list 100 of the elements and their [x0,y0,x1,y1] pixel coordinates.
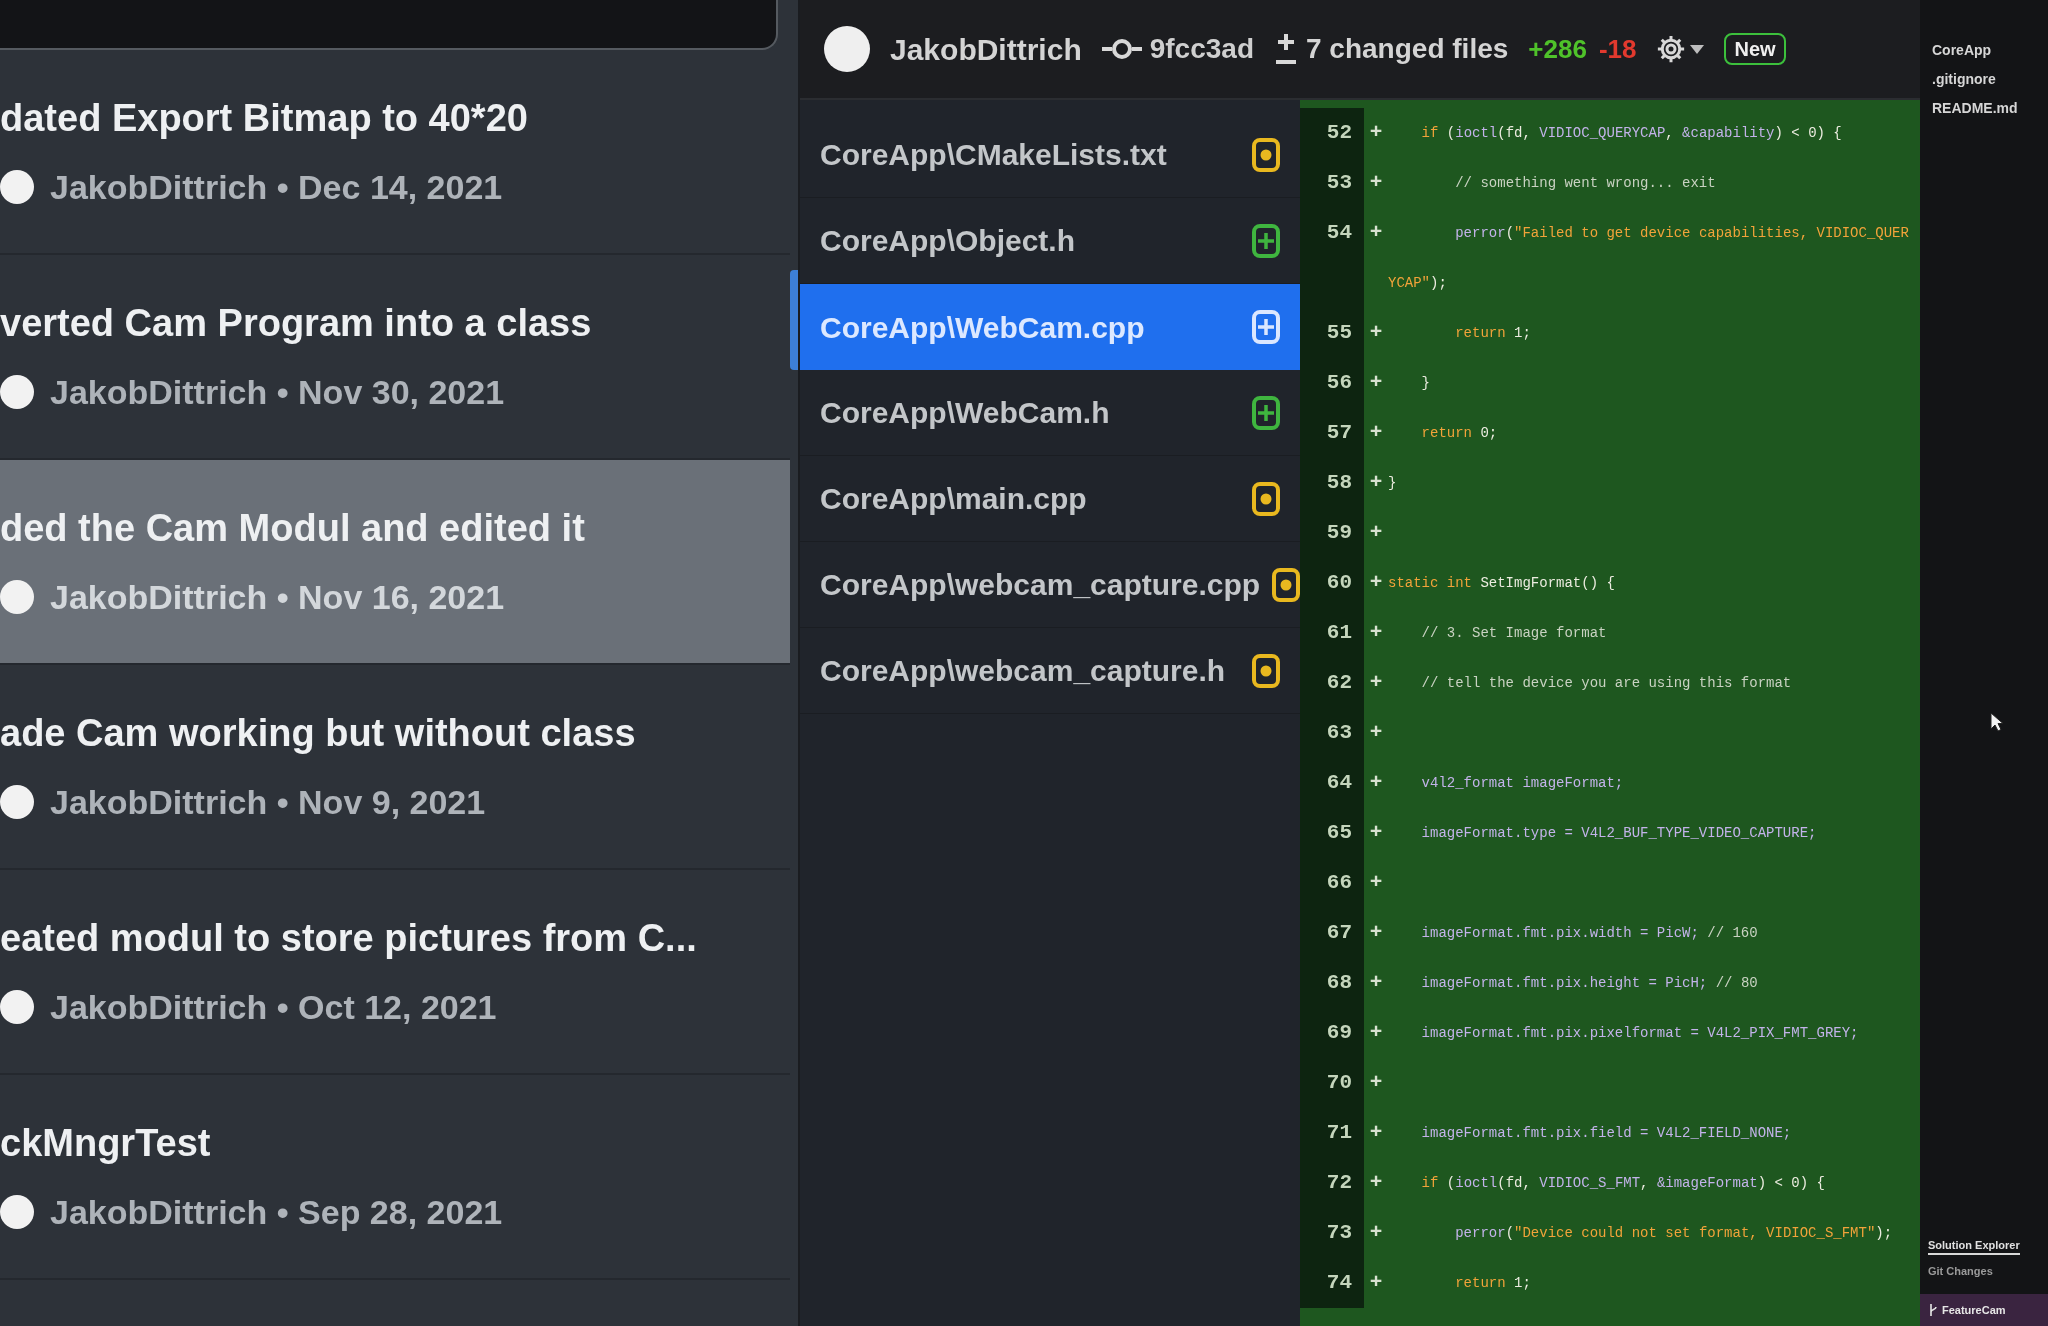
line-number: 67 [1300,908,1364,958]
diff-marker: + [1368,920,1384,946]
diff-marker: + [1368,1070,1384,1096]
avatar-icon [0,170,34,205]
line-number: 62 [1300,658,1364,708]
diff-marker: + [1368,470,1384,496]
additions-count: +286 [1528,32,1587,66]
commit-title: verted Cam Program into a class [0,300,592,346]
panel-tab[interactable]: Solution Explorer [1928,1236,2020,1255]
diff-marker: + [1368,170,1384,196]
diff-marker: + [1368,220,1384,246]
diff-marker: + [1368,320,1384,346]
avatar-icon [824,26,870,72]
tree-item[interactable]: README.md [1932,98,2048,119]
line-number: 64 [1300,758,1364,808]
avatar-icon [0,990,34,1025]
code-line: // 3. Set Image format [1420,624,1608,643]
author-name: JakobDittrich [890,31,1082,68]
diff-marker: + [1368,720,1384,746]
commit-meta: JakobDittrich • Nov 16, 2021 [50,577,505,618]
code-line: return 0; [1420,424,1499,443]
panel-tab[interactable]: Git Changes [1928,1263,1993,1282]
code-line: imageFormat.fmt.pix.width = PicW; // 160 [1420,924,1759,943]
line-number: 68 [1300,958,1364,1008]
avatar-icon [0,1195,34,1230]
commit-row[interactable]: dated Export Bitmap to 40*20 JakobDittrich • Dec 14, 2021 [0,50,790,255]
commit-row[interactable]: ded the Cam Modul and edited it JakobDittrich • Nov 16, 2021 [0,460,790,665]
branch-name[interactable]: FeatureCam [1942,1301,2006,1318]
file-row[interactable]: CoreApp\main.cpp [800,456,1300,542]
line-number: 63 [1300,708,1364,758]
line-number: 58 [1300,458,1364,508]
commit-title: dated Export Bitmap to 40*20 [0,95,528,141]
diff-marker: + [1368,520,1384,546]
diff-marker: + [1368,570,1384,596]
commit-title: eated modul to store pictures from C... [0,915,697,961]
avatar-icon [0,580,34,615]
code-line: if (ioctl(fd, VIDIOC_QUERYCAP, &capability) < 0) { [1420,124,1843,143]
file-row[interactable]: CoreApp\WebCam.h [800,370,1300,456]
diff-marker: + [1368,1120,1384,1146]
line-number: 71 [1300,1108,1364,1158]
diff-marker: + [1368,1170,1384,1196]
line-number: 70 [1300,1058,1364,1108]
diff-marker: + [1368,420,1384,446]
code-line: imageFormat.fmt.pix.height = PicH; // 80 [1420,974,1759,993]
diff-marker: + [1368,370,1384,396]
diff-marker: + [1368,120,1384,146]
changed-files-count: 7 changed files [1306,32,1509,66]
line-number: 73 [1300,1208,1364,1258]
line-number: 57 [1300,408,1364,458]
diff-marker: + [1368,820,1384,846]
code-line: // something went wrong... exit [1454,174,1717,193]
commit-meta: JakobDittrich • Sep 28, 2021 [50,1192,503,1233]
commit-meta: JakobDittrich • Oct 12, 2021 [50,987,497,1028]
line-number: 61 [1300,608,1364,658]
new-button[interactable]: New [1724,33,1786,65]
diff-marker: + [1368,870,1384,896]
file-row[interactable]: CoreApp\WebCam.cpp [800,284,1300,370]
code-line: } [1420,374,1431,393]
commit-title: ded the Cam Modul and edited it [0,505,585,551]
scrollbar-thumb[interactable] [790,270,798,370]
settings-dropdown-button[interactable] [1656,34,1705,64]
line-number: 54 [1300,208,1364,308]
branch-icon [1928,1302,1938,1317]
line-number: 53 [1300,158,1364,208]
line-number: 52 [1300,108,1364,158]
avatar-icon [0,375,34,410]
commit-hash: 9fcc3ad [1149,32,1254,66]
code-line: return 1; [1454,324,1532,343]
diff-marker: + [1368,1270,1384,1296]
code-line: imageFormat.fmt.pix.field = V4L2_FIELD_NONE; [1420,1124,1793,1143]
tree-item[interactable]: .gitignore [1932,69,2048,90]
code-line: static int SetImgFormat() { [1388,574,1616,593]
line-number: 65 [1300,808,1364,858]
code-line: perror("Failed to get device capabilities, VIDIOC_QUERYCAP"); [1388,224,1910,293]
diff-marker: + [1368,970,1384,996]
diff-marker: + [1368,1220,1384,1246]
commit-row[interactable]: ckMngrTest JakobDittrich • Sep 28, 2021 [0,1075,790,1280]
code-line: imageFormat.fmt.pix.pixelformat = V4L2_PIX_FMT_GREY; [1420,1024,1860,1043]
commit-meta: JakobDittrich • Nov 30, 2021 [50,372,505,413]
line-number: 59 [1300,508,1364,558]
file-row[interactable]: CoreApp\CMakeLists.txt [800,112,1300,198]
commit-title: ade Cam working but without class [0,710,636,756]
diff-marker: + [1368,670,1384,696]
avatar-icon [0,785,34,820]
line-number: 66 [1300,858,1364,908]
code-line: if (ioctl(fd, VIDIOC_S_FMT, &imageFormat) < 0) { [1420,1174,1826,1193]
file-row[interactable]: CoreApp\webcam_capture.h [800,628,1300,714]
commit-meta: JakobDittrich • Dec 14, 2021 [50,167,503,208]
line-number: 69 [1300,1008,1364,1058]
line-number: 72 [1300,1158,1364,1208]
commit-icon [1101,37,1142,61]
code-line: // tell the device you are using this format [1420,674,1793,693]
code-line: perror("Device could not set format, VIDIOC_S_FMT"); [1454,1224,1894,1243]
line-number: 56 [1300,358,1364,408]
diff-marker: + [1368,620,1384,646]
diff-marker: + [1368,1020,1384,1046]
commit-row[interactable]: ade Cam working but without class JakobDittrich • Nov 9, 2021 [0,665,790,870]
tree-item[interactable]: CoreApp [1932,40,2048,61]
line-number: 60 [1300,558,1364,608]
commit-row[interactable]: eated modul to store pictures from C... JakobDittrich • Oct 12, 2021 [0,870,790,1075]
